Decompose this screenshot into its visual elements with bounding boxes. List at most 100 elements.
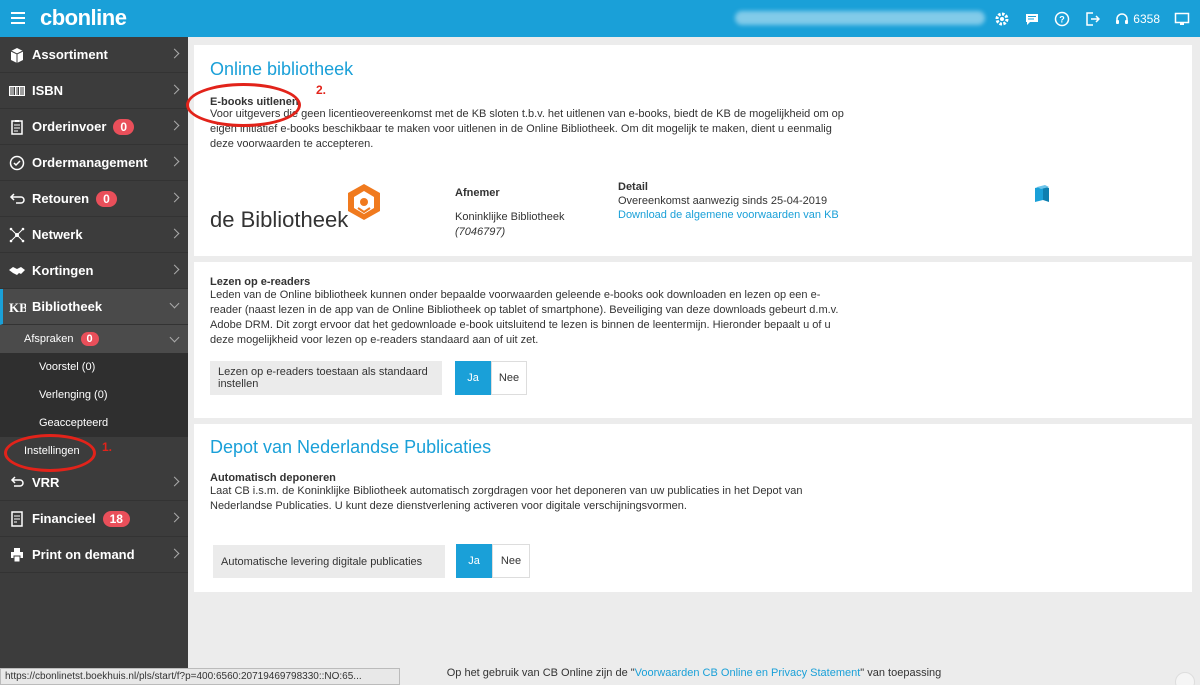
chevron-right-icon	[169, 48, 180, 59]
sidebar-subsub-geaccepteerd[interactable]: Geaccepteerd	[0, 409, 188, 437]
ereaders-yes-button[interactable]: Ja	[455, 361, 491, 395]
kb-logo-icon: KB	[8, 298, 26, 316]
top-bar: cbonline ? 6358	[0, 0, 1200, 37]
sidebar-item-label: Ordermanagement	[32, 155, 148, 170]
depot-panel: Depot van Nederlandse Publicaties Automa…	[194, 424, 1192, 592]
download-voorwaarden-link[interactable]: Download de algemene voorwaarden van KB	[618, 209, 839, 221]
barcode-icon	[8, 82, 26, 100]
user-info-blurred	[735, 11, 985, 25]
chevron-right-icon	[169, 120, 180, 131]
print-icon	[8, 546, 26, 564]
sidebar-subsub-verlenging[interactable]: Verlenging (0)	[0, 381, 188, 409]
gear-icon[interactable]	[994, 11, 1010, 27]
svg-text:?: ?	[1060, 14, 1066, 24]
section-description: Voor uitgevers die geen licentieovereenk…	[210, 108, 844, 150]
chat-icon[interactable]	[1024, 11, 1040, 27]
bibliotheek-logo-text: de Bibliotheek	[210, 207, 349, 232]
svg-text:KB: KB	[9, 300, 26, 315]
ereaders-no-button[interactable]: Nee	[491, 361, 527, 395]
sidebar-item-label: Bibliotheek	[32, 299, 103, 314]
annotation-circle-1	[4, 434, 96, 472]
box-icon	[8, 46, 26, 64]
chevron-down-icon	[169, 332, 180, 343]
annotation-circle-2	[186, 83, 301, 127]
afnemer-label: Afnemer	[455, 187, 500, 199]
retouren-badge: 0	[96, 190, 117, 207]
chevron-right-icon	[169, 228, 180, 239]
sidebar-item-print-on-demand[interactable]: Print on demand	[0, 537, 188, 573]
sidebar-item-vrr[interactable]: VRR	[0, 465, 188, 501]
terms-link[interactable]: Voorwaarden CB Online en Privacy Stateme…	[635, 667, 861, 679]
sidebar-item-bibliotheek[interactable]: KB Bibliotheek	[0, 289, 188, 325]
chevron-right-icon	[169, 264, 180, 275]
sidebar-item-netwerk[interactable]: Netwerk	[0, 217, 188, 253]
footer-text-before: Op het gebruik van CB Online zijn de "	[446, 667, 635, 679]
sidebar-item-label: Financieel	[32, 511, 96, 526]
annotation-number-1: 1.	[102, 440, 113, 454]
book-icon[interactable]	[1032, 184, 1052, 204]
browser-status-url: https://cbonlinetst.boekhuis.nl/pls/star…	[0, 668, 400, 685]
depot-subtitle: Automatisch deponeren	[210, 472, 336, 484]
detail-text: Overeenkomst aanwezig sinds 25-04-2019	[618, 195, 828, 207]
sidebar-item-label: Orderinvoer	[32, 119, 107, 134]
sidebar-item-label: Assortiment	[32, 47, 108, 62]
chevron-right-icon	[169, 84, 180, 95]
sidebar-item-ordermanagement[interactable]: Ordermanagement	[0, 145, 188, 181]
logout-icon[interactable]	[1084, 11, 1101, 27]
app-logo[interactable]: cbonline	[40, 5, 127, 31]
sidebar-item-label: Retouren	[32, 191, 90, 206]
check-circle-icon	[8, 154, 26, 172]
online-bibliotheek-panel: Online bibliotheek E-books uitlenen Voor…	[186, 45, 1192, 256]
ereaders-description: Leden van de Online bibliotheek kunnen o…	[210, 289, 839, 346]
chevron-right-icon	[169, 476, 180, 487]
monitor-icon[interactable]	[1174, 11, 1190, 27]
sidebar-sub-afspraken[interactable]: Afspraken 0	[0, 325, 188, 353]
sidebar-subsub-voorstel[interactable]: Voorstel (0)	[0, 353, 188, 381]
headset-icon	[1114, 11, 1130, 27]
sidebar-item-isbn[interactable]: ISBN	[0, 73, 188, 109]
ereaders-setting-label: Lezen op e-readers toestaan als standaar…	[210, 361, 442, 395]
ereaders-subtitle: Lezen op e-readers	[210, 276, 311, 288]
chevron-right-icon	[169, 512, 180, 523]
network-icon	[8, 226, 26, 244]
sidebar-sub-label: Afspraken	[24, 333, 74, 345]
sidebar-item-label: Print on demand	[32, 547, 135, 562]
depot-setting-label: Automatische levering digitale publicati…	[213, 545, 445, 578]
afnemer-id: (7046797)	[455, 226, 506, 238]
sidebar-item-label: ISBN	[32, 83, 64, 98]
depot-no-button[interactable]: Nee	[492, 544, 530, 578]
depot-yes-button[interactable]: Ja	[456, 544, 492, 578]
help-icon[interactable]: ?	[1054, 11, 1070, 27]
depot-description: Laat CB i.s.m. de Koninklijke Bibliothee…	[210, 485, 803, 512]
sidebar: Assortiment ISBN Orderinvoer 0 Ordermana…	[0, 37, 188, 685]
vrr-icon	[8, 474, 26, 492]
return-icon	[8, 190, 26, 208]
afspraken-badge: 0	[80, 332, 99, 346]
orderinvoer-badge: 0	[113, 118, 135, 135]
section-title: Online bibliotheek	[210, 59, 354, 79]
financieel-badge: 18	[102, 510, 130, 527]
annotation-number-2: 2.	[316, 83, 327, 97]
chevron-down-icon	[169, 298, 180, 309]
sidebar-item-label: Kortingen	[32, 263, 94, 278]
counter-value: 6358	[1133, 11, 1160, 26]
sidebar-item-kortingen[interactable]: Kortingen	[0, 253, 188, 289]
sidebar-item-label: Netwerk	[32, 227, 83, 242]
footer-text-after: " van toepassing	[860, 667, 942, 679]
sidebar-item-orderinvoer[interactable]: Orderinvoer 0	[0, 109, 188, 145]
scroll-top-button[interactable]	[1175, 672, 1195, 685]
afnemer-name: Koninklijke Bibliotheek	[455, 211, 565, 223]
menu-icon[interactable]	[11, 12, 25, 24]
sidebar-item-label: VRR	[32, 475, 60, 490]
sidebar-item-assortiment[interactable]: Assortiment	[0, 37, 188, 73]
sidebar-item-financieel[interactable]: Financieel 18	[0, 501, 188, 537]
ereaders-panel: Lezen op e-readers Leden van de Online b…	[194, 262, 1192, 418]
clipboard-icon	[8, 118, 26, 136]
bibliotheek-logo-icon	[348, 184, 380, 220]
support-counter[interactable]: 6358	[1114, 11, 1160, 27]
depot-title: Depot van Nederlandse Publicaties	[210, 437, 492, 457]
chevron-right-icon	[169, 192, 180, 203]
handshake-icon	[8, 262, 26, 280]
sidebar-item-retouren[interactable]: Retouren 0	[0, 181, 188, 217]
chevron-right-icon	[169, 548, 180, 559]
